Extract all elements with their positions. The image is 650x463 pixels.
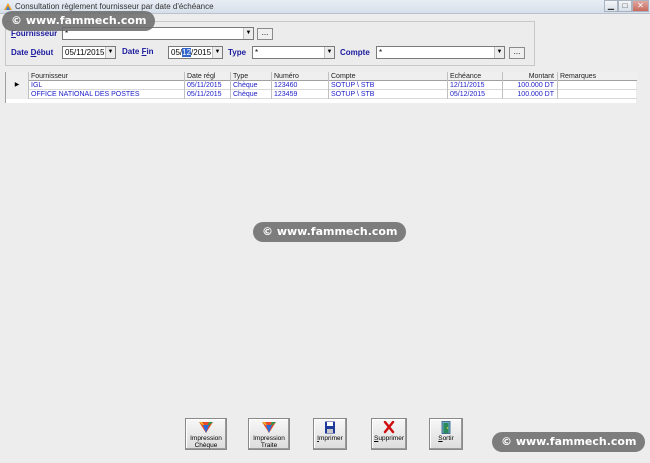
column-header-remarques[interactable]: Remarques xyxy=(558,72,637,81)
compte-value: * xyxy=(379,48,383,57)
impression-traite-label-2: Traite xyxy=(260,442,278,449)
watermark-center: © www.fammech.com xyxy=(253,222,407,242)
cell-type[interactable]: Chèque xyxy=(231,81,272,90)
column-header-echeance[interactable]: Echéance xyxy=(448,72,503,81)
date-fin-year: 2015 xyxy=(193,48,212,57)
cell-fournisseur[interactable]: IGL xyxy=(29,81,185,90)
cell-montant[interactable]: 100.000 DT xyxy=(503,81,558,90)
compte-combo[interactable]: * ▼ xyxy=(376,46,505,59)
date-fin-month-selected[interactable]: 12 xyxy=(182,48,192,57)
floppy-disk-icon xyxy=(325,421,335,434)
cell-remarques[interactable] xyxy=(558,81,637,90)
compte-label: Compte xyxy=(340,48,370,57)
chevron-down-icon[interactable]: ▼ xyxy=(243,28,253,39)
impression-traite-label-1: Impression xyxy=(253,435,285,442)
column-header-type[interactable]: Type xyxy=(231,72,272,81)
door-exit-icon xyxy=(441,421,451,434)
impression-cheque-icon xyxy=(199,422,213,433)
cell-numero[interactable]: 123459 xyxy=(272,90,329,99)
maximize-button[interactable]: □ xyxy=(618,0,632,12)
cell-echeance[interactable]: 12/11/2015 xyxy=(448,81,503,90)
cell-compte[interactable]: SOTUP \ STB xyxy=(329,90,448,99)
date-fin-label: Date Fin xyxy=(122,47,154,56)
supprimer-button[interactable]: Supprimer xyxy=(371,418,407,450)
cell-fournisseur[interactable]: OFFICE NATIONAL DES POSTES xyxy=(29,90,185,99)
reglements-grid: Fournisseur Date régl Type Numéro Compte… xyxy=(5,72,637,103)
chevron-down-icon[interactable]: ▼ xyxy=(212,47,222,58)
cell-date-regl[interactable]: 05/11/2015 xyxy=(185,90,231,99)
chevron-down-icon[interactable]: ▼ xyxy=(324,47,334,58)
row-indicator xyxy=(6,90,29,99)
column-header-numero[interactable]: Numéro xyxy=(272,72,329,81)
column-header-fournisseur[interactable]: Fournisseur xyxy=(29,72,185,81)
grid-header: Fournisseur Date régl Type Numéro Compte… xyxy=(6,72,637,81)
chevron-down-icon[interactable]: ▼ xyxy=(494,47,504,58)
date-debut-value: 05/11/2015 xyxy=(65,48,105,57)
column-header-montant[interactable]: Montant xyxy=(503,72,558,81)
cell-date-regl[interactable]: 05/11/2015 xyxy=(185,81,231,90)
close-button[interactable]: ✕ xyxy=(632,0,649,12)
table-row[interactable]: ▶ IGL 05/11/2015 Chèque 123460 SOTUP \ S… xyxy=(6,81,637,90)
imprimer-label: Imprimer xyxy=(317,435,343,442)
column-header-date-regl[interactable]: Date régl xyxy=(185,72,231,81)
cell-type[interactable]: Chèque xyxy=(231,90,272,99)
minimize-button[interactable]: ▁ xyxy=(604,0,618,12)
cell-numero[interactable]: 123460 xyxy=(272,81,329,90)
window-title: Consultation règlement fournisseur par d… xyxy=(15,2,214,11)
sortir-label: Sortir xyxy=(438,435,454,442)
imprimer-button[interactable]: Imprimer xyxy=(313,418,347,450)
watermark-bottom: © www.fammech.com xyxy=(492,432,646,452)
supprimer-label: Supprimer xyxy=(374,435,404,442)
date-fin-day: 05 xyxy=(171,48,180,57)
type-combo[interactable]: * ▼ xyxy=(252,46,335,59)
cell-remarques[interactable] xyxy=(558,90,637,99)
row-indicator-icon: ▶ xyxy=(6,81,29,90)
table-row[interactable]: OFFICE NATIONAL DES POSTES 05/11/2015 Ch… xyxy=(6,90,637,99)
compte-browse-button[interactable]: ... xyxy=(509,47,525,59)
date-debut-picker[interactable]: 05/11/2015 ▼ xyxy=(62,46,116,59)
fournisseur-browse-button[interactable]: ... xyxy=(257,28,273,40)
date-fin-picker[interactable]: 05/12/2015 ▼ xyxy=(168,46,223,59)
cell-montant[interactable]: 100.000 DT xyxy=(503,90,558,99)
cell-echeance[interactable]: 05/12/2015 xyxy=(448,90,503,99)
type-value: * xyxy=(255,48,259,57)
header-indicator xyxy=(6,72,29,81)
watermark-top: © www.fammech.com xyxy=(2,11,156,31)
date-debut-label: Date Début xyxy=(11,48,54,57)
impression-traite-icon xyxy=(262,422,276,433)
impression-cheque-button[interactable]: Impression Chèque xyxy=(185,418,227,450)
cell-compte[interactable]: SOTUP \ STB xyxy=(329,81,448,90)
impression-cheque-label-2: Chèque xyxy=(194,442,218,449)
column-header-compte[interactable]: Compte xyxy=(329,72,448,81)
impression-cheque-label-1: Impression xyxy=(190,435,222,442)
red-x-icon xyxy=(383,421,395,434)
sortir-button[interactable]: Sortir xyxy=(429,418,463,450)
type-label: Type xyxy=(228,48,247,57)
chevron-down-icon[interactable]: ▼ xyxy=(105,47,115,58)
impression-traite-button[interactable]: Impression Traite xyxy=(248,418,290,450)
